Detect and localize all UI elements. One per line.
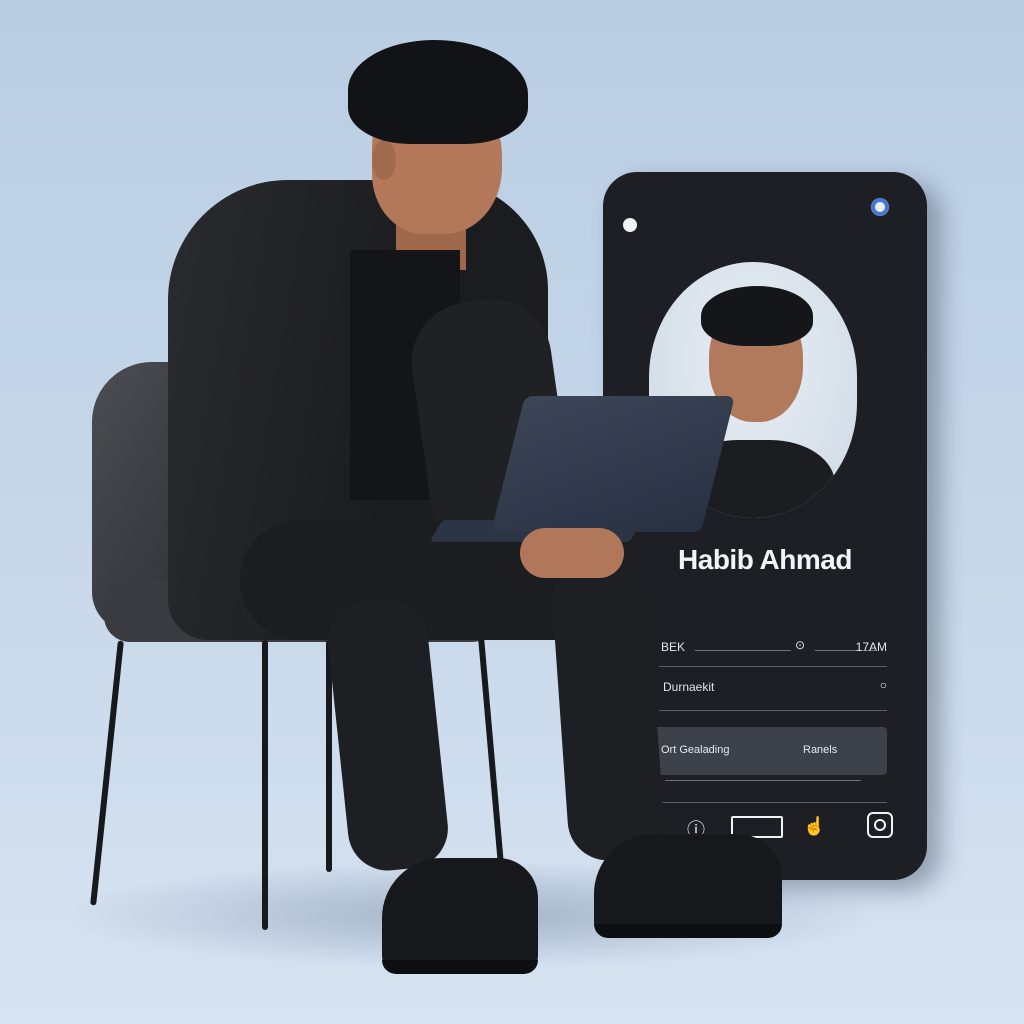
- left-shoe: [382, 858, 538, 974]
- row-label: Durnaekit: [663, 680, 715, 694]
- circle-icon: ○: [879, 678, 887, 692]
- divider-line: [695, 650, 791, 651]
- person-hand: [520, 528, 624, 578]
- profile-name: Habib Ahmad: [678, 544, 852, 575]
- progress-row: •: [639, 768, 887, 790]
- status-icon[interactable]: [871, 198, 889, 216]
- row-label: BEK: [661, 640, 686, 654]
- divider: [659, 666, 887, 667]
- row-value: 17AM: [855, 640, 887, 654]
- divider-line: [665, 780, 861, 781]
- camera-icon: [623, 218, 637, 232]
- profile-row-download[interactable]: ◉ Durnaekit ○: [639, 678, 887, 700]
- divider: [659, 710, 887, 711]
- person-hair: [348, 40, 528, 144]
- touch-icon[interactable]: ☝: [803, 816, 825, 837]
- search-option: Ranels: [803, 744, 838, 756]
- mouse-icon: ⊙: [795, 638, 806, 652]
- person-ear: [372, 140, 396, 180]
- laptop-lid: [491, 396, 735, 532]
- search-text: Ort Gealading: [661, 744, 730, 756]
- right-shoe: [594, 834, 782, 938]
- divider: [659, 802, 887, 803]
- chair-leg: [262, 640, 268, 930]
- profile-row-time[interactable]: ⚑ BEK ⊙ 17AM: [639, 638, 887, 660]
- camera-nav-icon[interactable]: [867, 812, 893, 838]
